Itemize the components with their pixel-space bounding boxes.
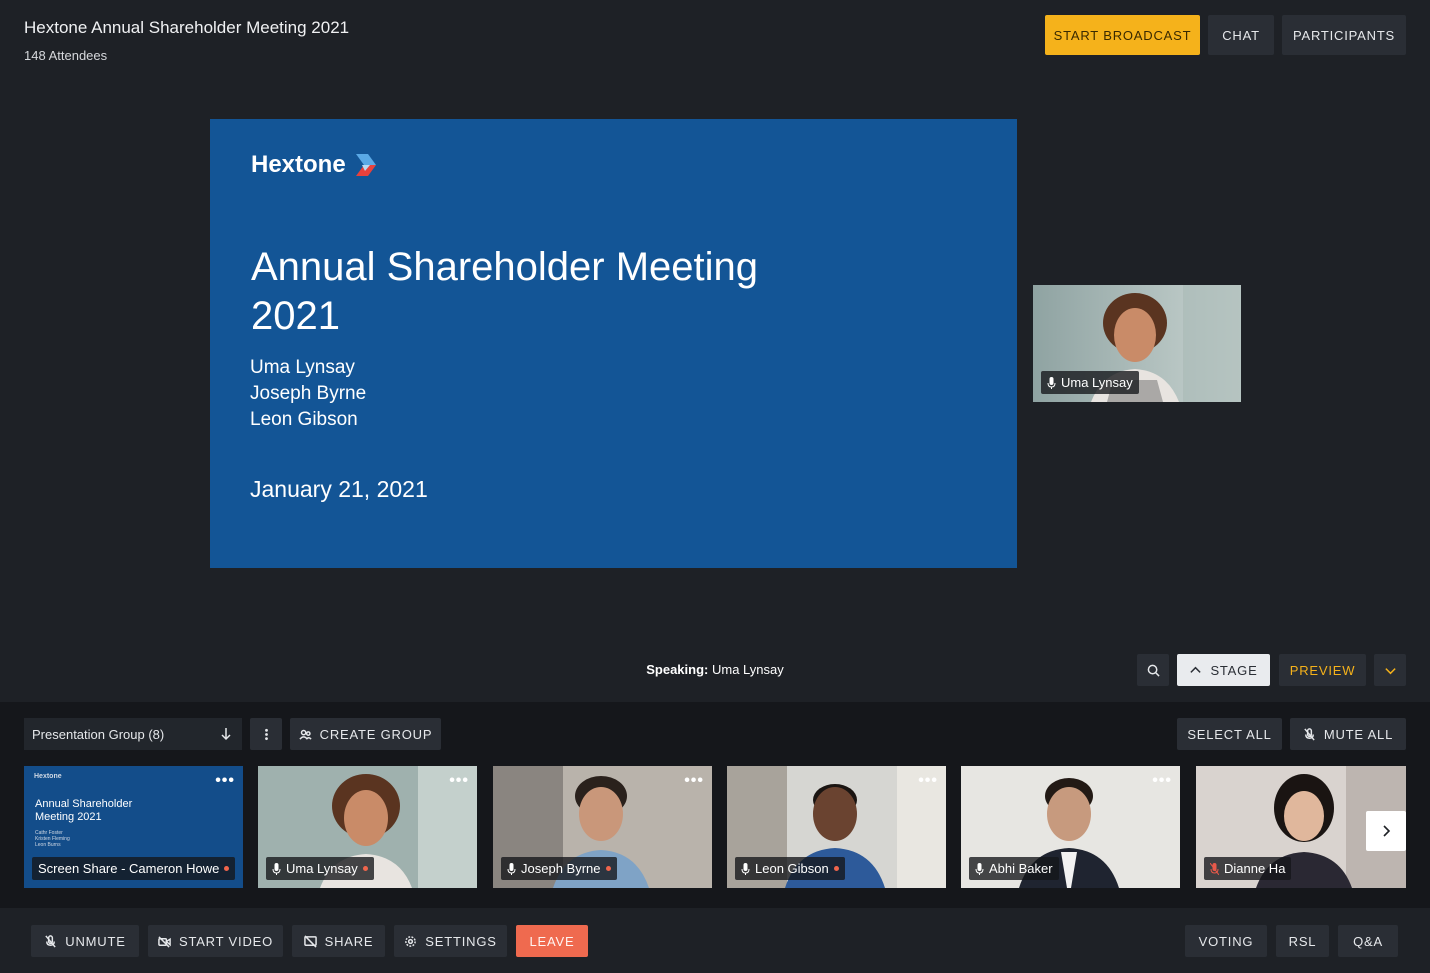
start-video-label: START VIDEO <box>178 933 274 949</box>
mic-off-icon <box>1210 862 1219 875</box>
mic-off-icon <box>1304 727 1315 741</box>
group-icon <box>299 729 312 740</box>
voting-button[interactable]: VOTING <box>1185 925 1267 957</box>
expand-button[interactable] <box>1374 654 1406 686</box>
active-speaker-video[interactable]: Uma Lynsay <box>1033 285 1241 402</box>
unmute-button[interactable]: UNMUTE <box>31 925 139 957</box>
mini-name: Leon Burns <box>35 842 61 848</box>
share-screen-icon <box>303 934 317 948</box>
create-group-label: CREATE GROUP <box>319 726 433 742</box>
group-menu-button[interactable] <box>250 718 282 750</box>
participants-button[interactable]: PARTICIPANTS <box>1282 15 1406 55</box>
search-icon <box>1147 664 1160 677</box>
microphone-icon <box>1047 376 1056 389</box>
chat-button[interactable]: CHAT <box>1208 15 1274 55</box>
stage-button[interactable]: STAGE <box>1177 654 1270 686</box>
create-group-button[interactable]: CREATE GROUP <box>290 718 441 750</box>
slide-logo-text: Hextone <box>251 151 346 178</box>
stage-label: STAGE <box>1210 662 1258 678</box>
speaking-name: Uma Lynsay <box>711 662 784 677</box>
participant-tile[interactable]: ••• Leon Gibson <box>727 766 946 888</box>
mute-all-label: MUTE ALL <box>1323 726 1394 742</box>
participant-tile[interactable]: ••• Joseph Byrne <box>493 766 712 888</box>
unmute-label: UNMUTE <box>65 933 126 949</box>
video-off-icon <box>158 935 171 948</box>
tile-options-button[interactable]: ••• <box>918 772 938 790</box>
slide-presenter-name: Joseph Byrne <box>250 383 367 404</box>
meeting-toolbar: UNMUTE START VIDEO SHARE SETTINGS LEAVE … <box>0 908 1430 973</box>
group-select[interactable]: Presentation Group (8) <box>24 718 242 750</box>
tile-options-button[interactable]: ••• <box>449 772 469 790</box>
tile-name-tag: Leon Gibson <box>735 857 845 880</box>
next-page-button[interactable] <box>1366 811 1406 851</box>
tile-name: Uma Lynsay <box>286 861 358 876</box>
microphone-icon <box>272 862 281 875</box>
slide-presenter-name: Uma Lynsay <box>250 357 355 378</box>
tile-name-tag: Uma Lynsay <box>266 857 374 880</box>
tile-name-tag: Dianne Ha <box>1204 857 1292 880</box>
speaking-label: Speaking: <box>646 662 709 677</box>
tile-name-tag: Joseph Byrne <box>501 857 617 880</box>
mini-slide-title: Annual Shareholder Meeting 2021 <box>35 798 133 823</box>
attendee-count: 148 Attendees <box>24 48 108 63</box>
tile-name-tag: Screen Share - Cameron Howe <box>32 857 236 880</box>
leave-button[interactable]: LEAVE <box>516 925 588 957</box>
chevron-up-icon <box>1190 666 1202 673</box>
recording-dot <box>362 866 368 871</box>
mini-logo: Hextone <box>34 773 62 780</box>
slide-presenters: Uma Lynsay Joseph Byrne Leon Gibson <box>250 355 366 433</box>
tile-options-button[interactable]: ••• <box>1152 772 1172 790</box>
qa-button[interactable]: Q&A <box>1338 925 1398 957</box>
share-button[interactable]: SHARE <box>292 925 385 957</box>
slide-logo: Hextone <box>251 151 378 179</box>
rsl-button[interactable]: RSL <box>1276 925 1329 957</box>
start-broadcast-button[interactable]: START BROADCAST <box>1045 15 1200 55</box>
settings-button[interactable]: SETTINGS <box>394 925 507 957</box>
recording-dot <box>605 866 611 871</box>
tile-name: Dianne Ha <box>1224 861 1286 876</box>
tile-name: Screen Share - Cameron Howe <box>38 861 220 876</box>
slide-date: January 21, 2021 <box>250 476 428 502</box>
tile-options-button[interactable]: ••• <box>684 772 704 790</box>
mute-all-button[interactable]: MUTE ALL <box>1290 718 1406 750</box>
gear-icon <box>405 935 417 947</box>
shared-slide: Hextone Annual Shareholder Meeting 2021 … <box>210 119 1017 568</box>
participant-gallery: Presentation Group (8) CREATE GROUP SELE… <box>0 702 1430 908</box>
arrow-down-icon <box>221 728 231 741</box>
preview-button[interactable]: PREVIEW <box>1279 654 1366 686</box>
more-vertical-icon <box>264 728 268 740</box>
tile-name: Abhi Baker <box>989 861 1053 876</box>
select-all-button[interactable]: SELECT ALL <box>1177 718 1282 750</box>
hextone-logo-icon <box>355 154 376 176</box>
mic-off-icon <box>45 934 57 948</box>
participant-tile[interactable]: ••• Abhi Baker <box>961 766 1180 888</box>
microphone-icon <box>507 862 516 875</box>
group-select-value: Presentation Group (8) <box>32 726 165 742</box>
tile-name: Joseph Byrne <box>521 861 601 876</box>
mini-slide-names: Cathr Foster Kristen Fleming Leon Burns <box>35 830 70 848</box>
recording-dot <box>833 866 839 871</box>
chevron-right-icon <box>1383 825 1391 837</box>
slide-presenter-name: Leon Gibson <box>250 409 358 430</box>
share-label: SHARE <box>324 933 374 949</box>
microphone-icon <box>975 862 984 875</box>
slide-title: Annual Shareholder Meeting 2021 <box>251 245 759 338</box>
start-video-button[interactable]: START VIDEO <box>148 925 283 957</box>
screen-share-tile[interactable]: Hextone Annual Shareholder Meeting 2021 … <box>24 766 243 888</box>
tile-options-button[interactable]: ••• <box>215 772 235 790</box>
search-button[interactable] <box>1137 654 1169 686</box>
chevron-down-icon <box>1384 667 1396 674</box>
speaker-name-tag: Uma Lynsay <box>1041 371 1139 394</box>
speaker-name: Uma Lynsay <box>1061 375 1133 390</box>
tile-name: Leon Gibson <box>755 861 829 876</box>
tile-name-tag: Abhi Baker <box>969 857 1059 880</box>
settings-label: SETTINGS <box>425 933 497 949</box>
microphone-icon <box>741 862 750 875</box>
meeting-title: Hextone Annual Shareholder Meeting 2021 <box>24 18 350 37</box>
recording-dot <box>224 866 230 871</box>
participant-tile[interactable]: ••• Uma Lynsay <box>258 766 477 888</box>
